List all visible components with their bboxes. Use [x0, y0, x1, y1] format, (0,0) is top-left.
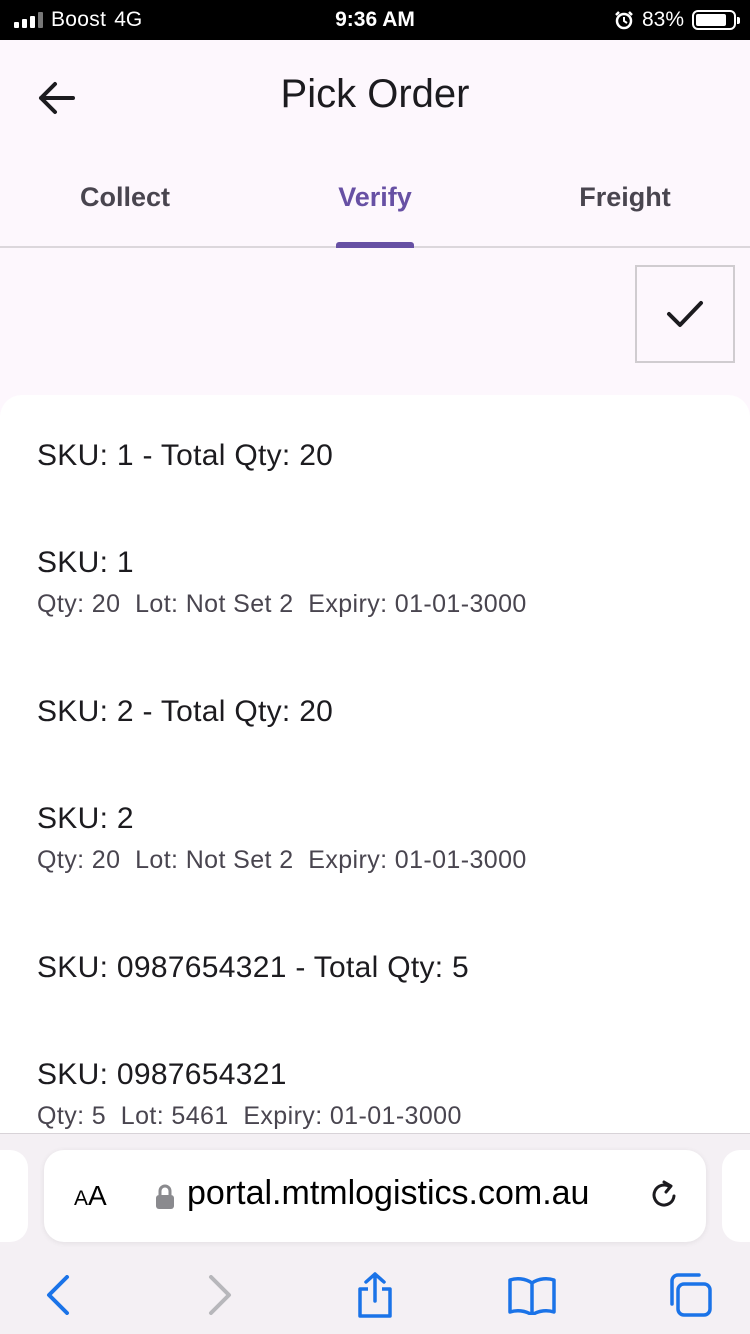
- tabs-button[interactable]: [665, 1270, 715, 1320]
- battery-percent: 83%: [641, 8, 684, 31]
- chevron-right-icon: [209, 1275, 231, 1315]
- previous-tab-preview[interactable]: [0, 1150, 28, 1242]
- tab-bar: Collect Verify Freight: [0, 152, 750, 248]
- tab-freight[interactable]: Freight: [500, 152, 750, 246]
- next-tab-preview[interactable]: [722, 1150, 750, 1242]
- tab-verify-label: Verify: [338, 182, 412, 212]
- address-bar[interactable]: AA portal.mtmlogistics.com.au: [44, 1150, 706, 1242]
- browser-bottom-bar: AA portal.mtmlogistics.com.au: [0, 1133, 750, 1334]
- item-title: SKU: 0987654321 - Total Qty: 5: [37, 951, 470, 984]
- item-title: SKU: 0987654321: [37, 1058, 287, 1091]
- list-item[interactable]: SKU: 1 - Total Qty: 20: [37, 439, 730, 473]
- page-title: Pick Order: [280, 72, 470, 116]
- book-icon: [508, 1277, 556, 1315]
- sku-list: SKU: 1 - Total Qty: 20 SKU: 1 Qty: 20 Lo…: [0, 395, 750, 1135]
- status-bar: Boost 4G 9:36 AM 83%: [0, 0, 750, 40]
- item-title: SKU: 1: [37, 546, 134, 579]
- list-item[interactable]: SKU: 0987654321 - Total Qty: 5: [37, 951, 730, 985]
- tab-verify[interactable]: Verify: [250, 152, 500, 248]
- list-item[interactable]: SKU: 2 - Total Qty: 20: [37, 695, 730, 729]
- tabs-icon: [670, 1273, 712, 1317]
- share-button[interactable]: [350, 1270, 400, 1320]
- share-icon: [358, 1272, 392, 1318]
- tab-collect-label: Collect: [79, 182, 171, 212]
- item-details: Qty: 20 Lot: Not Set 2 Expiry: 01-01-300…: [37, 590, 527, 618]
- list-item[interactable]: SKU: 2 Qty: 20 Lot: Not Set 2 Expiry: 01…: [37, 802, 730, 875]
- app-bar: Pick Order: [0, 40, 750, 152]
- item-title: SKU: 2: [37, 802, 134, 835]
- reload-button[interactable]: [648, 1178, 680, 1217]
- list-item[interactable]: SKU: 0987654321 Qty: 5 Lot: 5461 Expiry:…: [37, 1058, 730, 1131]
- item-details: Qty: 5 Lot: 5461 Expiry: 01-01-3000: [37, 1102, 462, 1130]
- battery-icon: [692, 10, 740, 30]
- list-item[interactable]: SKU: 1 Qty: 20 Lot: Not Set 2 Expiry: 01…: [37, 546, 730, 619]
- url-text: portal.mtmlogistics.com.au: [187, 1174, 590, 1212]
- browser-toolbar: [0, 1260, 750, 1326]
- bookmarks-button[interactable]: [507, 1270, 557, 1320]
- page-settings-button[interactable]: AA: [74, 1180, 107, 1212]
- checkmark-icon: [667, 301, 703, 327]
- browser-back-button[interactable]: [33, 1270, 83, 1320]
- aa-large: A: [88, 1180, 107, 1211]
- aa-small: A: [74, 1187, 89, 1210]
- reload-icon: [652, 1180, 676, 1207]
- lock-icon: [156, 1184, 174, 1209]
- tab-freight-label: Freight: [579, 182, 671, 212]
- item-title: SKU: 2 - Total Qty: 20: [37, 695, 334, 728]
- tab-collect[interactable]: Collect: [0, 152, 250, 246]
- confirm-button[interactable]: [635, 265, 735, 363]
- alarm-icon: [615, 11, 633, 30]
- item-details: Qty: 20 Lot: Not Set 2 Expiry: 01-01-300…: [37, 846, 527, 874]
- chevron-left-icon: [47, 1275, 69, 1315]
- active-tab-indicator: [336, 242, 414, 248]
- browser-forward-button[interactable]: [195, 1270, 245, 1320]
- item-title: SKU: 1 - Total Qty: 20: [37, 439, 334, 472]
